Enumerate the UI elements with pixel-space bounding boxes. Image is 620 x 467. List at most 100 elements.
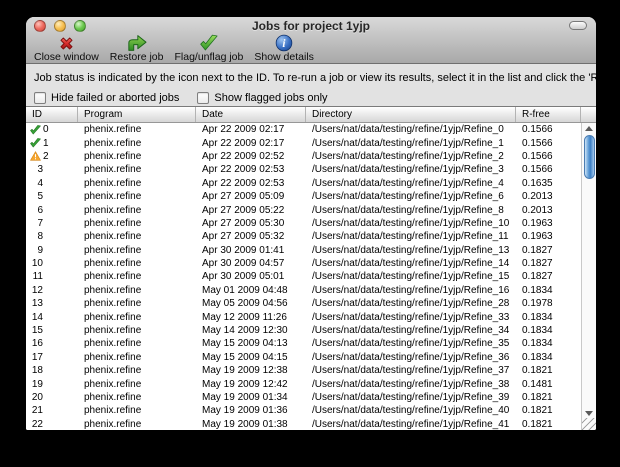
table-row[interactable]: 0 phenix.refine Apr 22 2009 02:17/Users/na… (26, 123, 581, 137)
table-row[interactable]: 15 phenix.refine May 14 2009 12:30/Users/n… (26, 323, 581, 338)
toolbar: Close window Restore job Flag/unflag job… (26, 34, 596, 63)
table-row[interactable]: 4 phenix.refine Apr 22 2009 02:53/Users/na… (26, 176, 581, 190)
job-program: phenix.refine (84, 164, 142, 176)
restore-job-button[interactable]: Restore job (107, 34, 167, 63)
job-date: May 19 2009 12:38 (202, 365, 288, 377)
job-id: 12 (31, 284, 43, 296)
scrollbar-thumb[interactable] (583, 135, 595, 179)
table-row[interactable]: 21 phenix.refine May 19 2009 01:36/Users/n… (26, 404, 581, 418)
column-header-rfree[interactable]: R-free (516, 107, 581, 122)
column-header-id[interactable]: ID (26, 107, 78, 122)
table-row[interactable]: 9 phenix.refine Apr 30 2009 01:41/Users/na… (26, 243, 581, 257)
job-directory: /Users/nat/data/testing/refine/1yjp/Refi… (312, 298, 510, 310)
job-date: Apr 22 2009 02:17 (202, 137, 285, 149)
job-rfree: 0.1821 (522, 392, 553, 403)
job-date: May 19 2009 01:34 (202, 392, 288, 403)
job-id-cell: 12 (26, 284, 78, 297)
job-directory: /Users/nat/data/testing/refine/1yjp/Refi… (312, 392, 510, 403)
table-row[interactable]: 6 phenix.refine Apr 27 2009 05:22/Users/na… (26, 203, 581, 217)
job-directory: /Users/nat/data/testing/refine/1yjp/Refi… (312, 177, 504, 189)
toolbar-toggle-lozenge-button[interactable] (569, 21, 587, 30)
table-row[interactable]: 12 phenix.refine May 01 2009 04:48/Users/n… (26, 283, 581, 298)
table-row[interactable]: 3 phenix.refine Apr 22 2009 02:53/Users/na… (26, 163, 581, 177)
minimize-traffic-light-icon[interactable] (54, 19, 66, 32)
job-program: phenix.refine (84, 191, 142, 203)
job-rfree: 0.1566 (522, 124, 553, 136)
close-window-button[interactable]: Close window (31, 34, 102, 63)
job-rfree: 0.1566 (522, 137, 553, 149)
job-date: May 12 2009 11:26 (202, 311, 287, 323)
job-directory: /Users/nat/data/testing/refine/1yjp/Refi… (312, 311, 510, 323)
scroll-down-arrow-icon[interactable] (585, 410, 593, 416)
job-program: phenix.refine (84, 244, 142, 256)
job-date: Apr 22 2009 02:53 (202, 177, 285, 189)
table-row[interactable]: 17 phenix.refine May 15 2009 04:15/Users/n… (26, 350, 581, 365)
table-row[interactable]: 8 phenix.refine Apr 27 2009 05:32/Users/na… (26, 230, 581, 244)
table-row[interactable]: 13 phenix.refine May 05 2009 04:56/Users/n… (26, 297, 581, 311)
table-row[interactable]: 14 phenix.refine May 12 2009 11:26/Users/n… (26, 310, 581, 324)
job-id-cell: 16 (26, 337, 78, 350)
table-row[interactable]: 20 phenix.refine May 19 2009 01:34/Users/n… (26, 390, 581, 405)
table-row[interactable]: 10 phenix.refine Apr 30 2009 04:57/Users/n… (26, 256, 581, 271)
job-id: 20 (31, 392, 43, 403)
table-row[interactable]: 5 phenix.refine Apr 27 2009 05:09/Users/na… (26, 189, 581, 204)
scroll-up-arrow-icon[interactable] (585, 126, 593, 131)
job-id: 0 (43, 124, 49, 136)
table-row[interactable]: 7 phenix.refine Apr 27 2009 05:30/Users/na… (26, 216, 581, 231)
job-directory: /Users/nat/data/testing/refine/1yjp/Refi… (312, 217, 510, 229)
info-icon: i (275, 34, 293, 52)
job-id-cell: 15 (26, 324, 78, 337)
window-title: Jobs for project 1yjp (251, 19, 371, 33)
job-id-cell: 14 (26, 310, 78, 323)
job-id-cell: 5 (26, 190, 78, 203)
job-rfree: 0.1635 (522, 177, 553, 189)
table-row[interactable]: 1 phenix.refine Apr 22 2009 02:17/Users/na… (26, 136, 581, 150)
show-flagged-checkbox[interactable] (197, 92, 210, 104)
job-id-cell: 2 (26, 150, 78, 163)
job-rfree: 0.1566 (522, 150, 553, 162)
job-id-cell: 19 (26, 377, 78, 390)
job-date: Apr 30 2009 04:57 (202, 258, 285, 270)
column-header-date[interactable]: Date (196, 107, 306, 122)
table-row[interactable]: 18 phenix.refine May 19 2009 12:38/Users/n… (26, 364, 581, 378)
show-flagged-filter[interactable]: Show flagged jobs only (197, 92, 328, 104)
job-directory: /Users/nat/data/testing/refine/1yjp/Refi… (312, 244, 510, 256)
job-directory: /Users/nat/data/testing/refine/1yjp/Refi… (312, 258, 510, 270)
job-rfree: 0.1821 (522, 405, 553, 417)
job-directory: /Users/nat/data/testing/refine/1yjp/Refi… (312, 271, 510, 283)
column-header-program[interactable]: Program (78, 107, 196, 122)
job-program: phenix.refine (84, 325, 142, 337)
job-program: phenix.refine (84, 150, 142, 162)
job-id: 8 (37, 231, 43, 243)
titlebar[interactable]: Jobs for project 1yjp (26, 17, 596, 34)
table-row[interactable]: 11 phenix.refine Apr 30 2009 05:01/Users/n… (26, 270, 581, 284)
job-directory: /Users/nat/data/testing/refine/1yjp/Refi… (312, 418, 510, 430)
job-rfree: 0.1821 (522, 365, 553, 377)
close-traffic-light-icon[interactable] (34, 19, 46, 32)
success-check-icon (30, 124, 41, 135)
resize-grip[interactable] (581, 417, 596, 430)
job-date: Apr 27 2009 05:30 (202, 217, 285, 229)
job-id: 2 (43, 150, 49, 162)
job-directory: /Users/nat/data/testing/refine/1yjp/Refi… (312, 231, 509, 243)
zoom-traffic-light-icon[interactable] (74, 19, 86, 32)
table-row[interactable]: 16 phenix.refine May 15 2009 04:13/Users/n… (26, 337, 581, 351)
job-id-cell: 3 (26, 163, 78, 176)
hide-failed-filter[interactable]: Hide failed or aborted jobs (34, 92, 179, 104)
table-row[interactable]: 22 phenix.refine May 19 2009 01:38/Users/n… (26, 417, 581, 430)
column-header-directory[interactable]: Directory (306, 107, 516, 122)
job-id-cell: 13 (26, 297, 78, 310)
table-row[interactable]: 2 phenix.refine Apr 22 2009 02:52/Users/na… (26, 149, 581, 164)
job-date: Apr 27 2009 05:09 (202, 191, 285, 203)
job-id-cell: 11 (26, 270, 78, 283)
table-row[interactable]: 19 phenix.refine May 19 2009 12:42/Users/n… (26, 377, 581, 391)
job-directory: /Users/nat/data/testing/refine/1yjp/Refi… (312, 204, 504, 216)
job-id-cell: 6 (26, 203, 78, 216)
job-directory: /Users/nat/data/testing/refine/1yjp/Refi… (312, 284, 510, 296)
show-details-button[interactable]: i Show details (251, 34, 317, 63)
vertical-scrollbar[interactable] (581, 123, 596, 430)
flag-unflag-job-button[interactable]: Flag/unflag job (171, 34, 246, 63)
hide-failed-checkbox[interactable] (34, 92, 46, 104)
job-id-cell: 0 (26, 123, 78, 136)
job-id: 14 (31, 311, 43, 323)
